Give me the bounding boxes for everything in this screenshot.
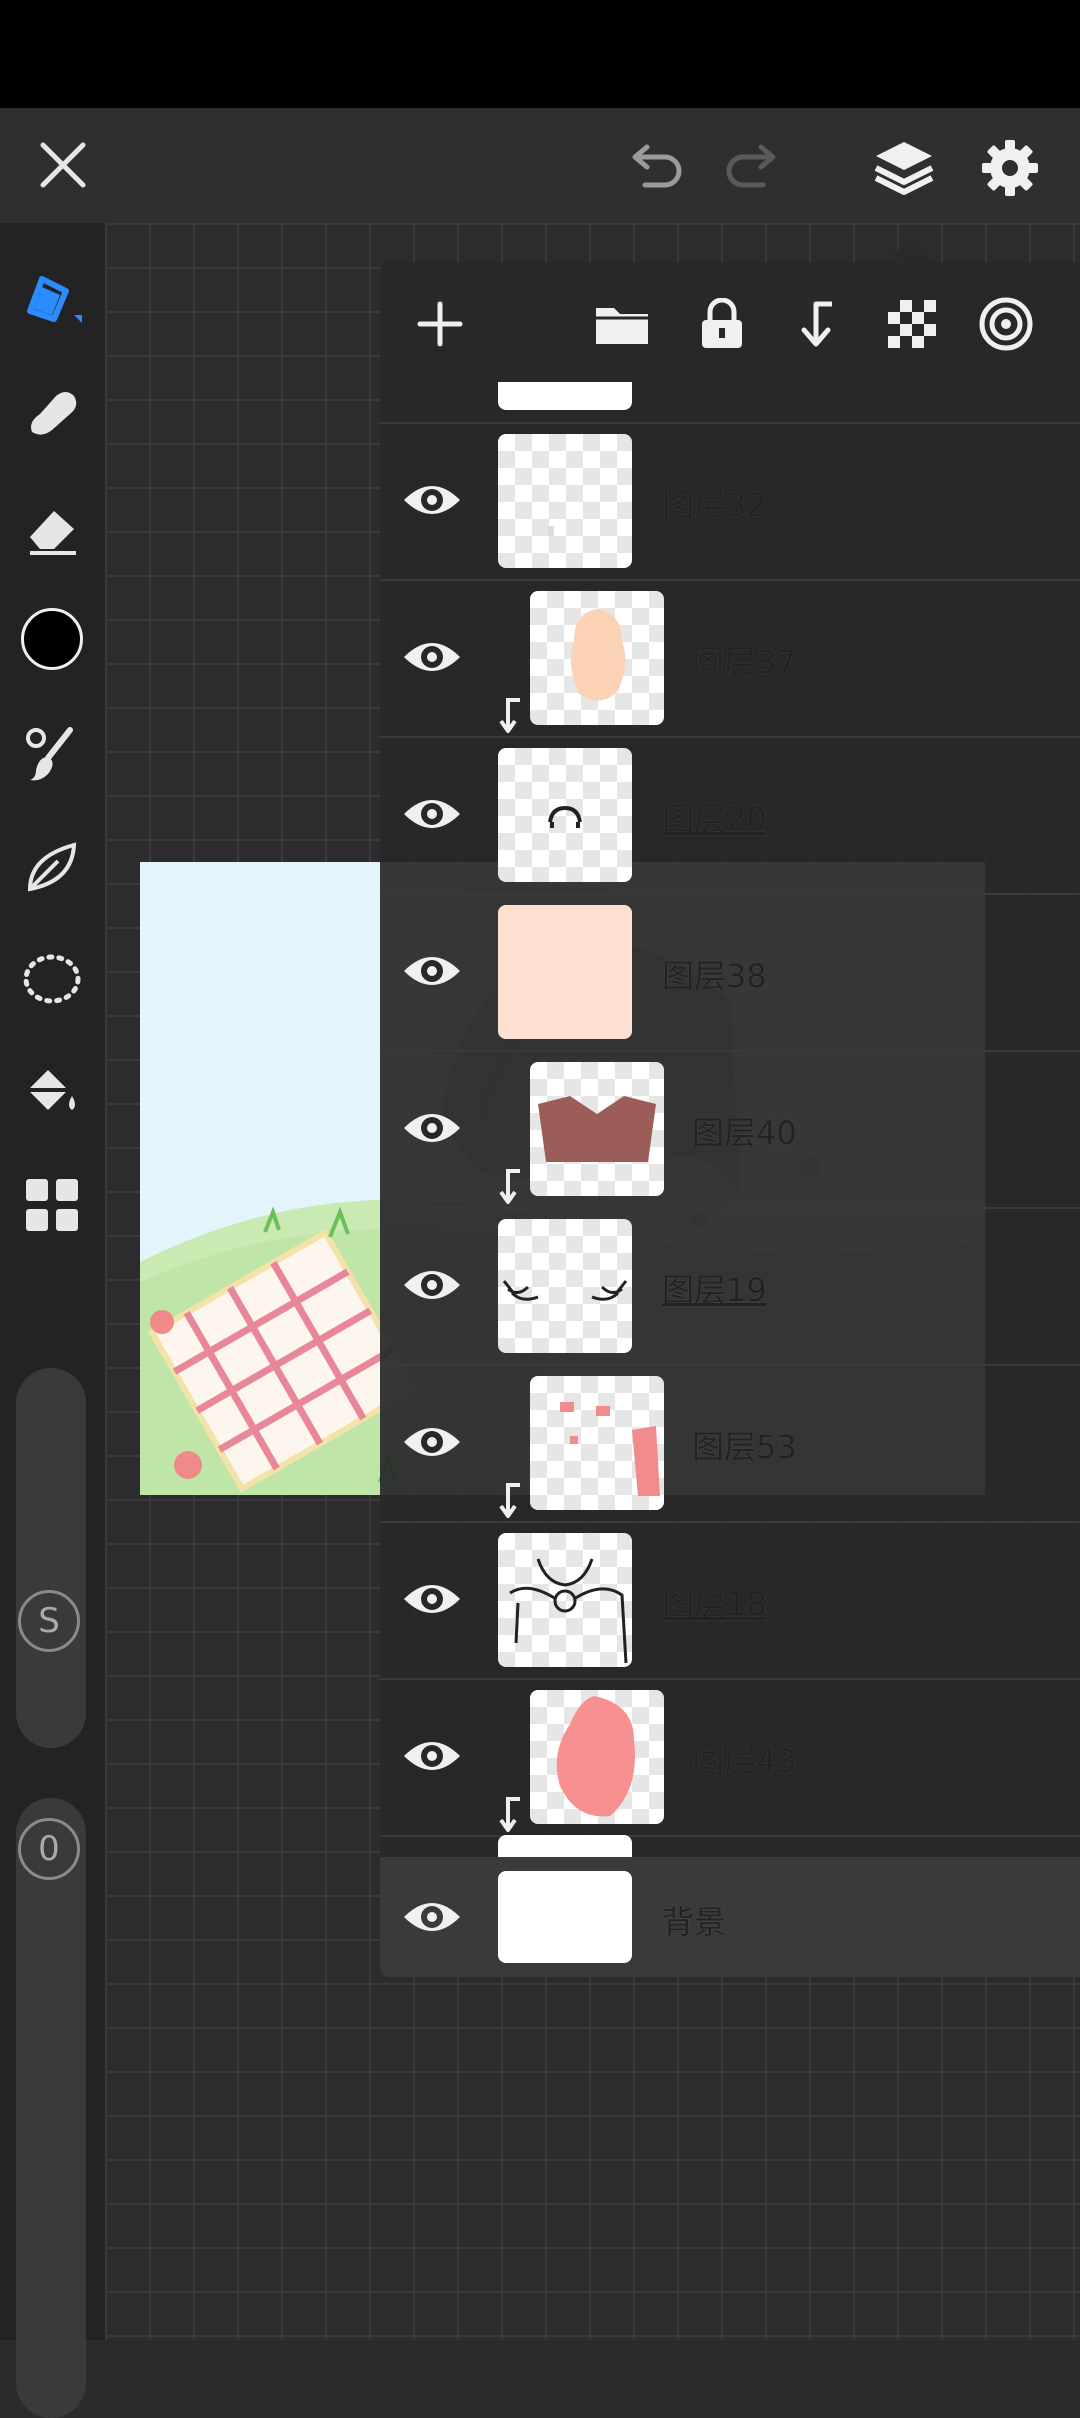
color-swatch[interactable] (18, 605, 86, 673)
layer-name: 图层38 (662, 957, 767, 995)
opacity-slider-knob[interactable]: 0 (18, 1818, 80, 1880)
visibility-eye-icon[interactable] (400, 1575, 464, 1623)
layers-icon[interactable] (866, 130, 942, 206)
layer-name: 图层43 (692, 1742, 797, 1780)
left-toolbar: S 0 (0, 223, 105, 2418)
redo-icon[interactable] (718, 133, 788, 203)
layer-thumbnail (498, 434, 632, 568)
eraser-icon[interactable] (18, 493, 86, 561)
visibility-eye-icon[interactable] (400, 1732, 464, 1780)
panel-pointer (886, 238, 934, 262)
visibility-eye-icon[interactable] (400, 1104, 464, 1152)
pen-icon[interactable] (18, 263, 86, 331)
lock-icon[interactable] (692, 294, 752, 354)
opacity-slider[interactable]: 0 (16, 1798, 86, 2418)
layer-name: 图层37 (692, 643, 797, 681)
layer-name: 图层32 (662, 486, 767, 524)
visibility-eye-icon[interactable] (400, 947, 464, 995)
layer-name: 图层18 (662, 1585, 767, 1623)
liquify-icon[interactable] (18, 833, 86, 901)
layer-row[interactable]: 图层37 (380, 581, 1080, 738)
lasso-icon[interactable] (18, 945, 86, 1013)
layer-name: 图层20 (662, 800, 767, 838)
size-slider-knob[interactable]: S (18, 1590, 80, 1652)
layer-row[interactable]: 图层43 (380, 1680, 1080, 1837)
clipping-mask-arrow-icon (499, 698, 520, 733)
clipping-mask-arrow-icon (499, 1797, 520, 1832)
smudge-icon[interactable] (18, 378, 86, 446)
layer-thumbnail (498, 1219, 632, 1353)
layer-row[interactable]: 图层38 (380, 895, 1080, 1052)
visibility-eye-icon[interactable] (400, 790, 464, 838)
layer-thumbnail (498, 748, 632, 882)
folder-icon[interactable] (592, 294, 652, 354)
layer-name: 图层40 (692, 1114, 797, 1152)
size-slider-label: S (38, 1601, 60, 1641)
opacity-slider-label: 0 (38, 1829, 60, 1869)
layer-row[interactable]: 图层19 (380, 1209, 1080, 1366)
fill-bucket-icon[interactable] (18, 1058, 86, 1126)
partial-layer-thumbnail (498, 1835, 632, 1857)
background-layer-name: 背景 (662, 1903, 727, 1941)
layer-thumbnail (498, 905, 632, 1039)
clipping-mask-arrow-icon (499, 1483, 520, 1518)
visibility-eye-icon[interactable] (400, 1418, 464, 1466)
background-layer-thumbnail (498, 1871, 632, 1963)
add-layer-icon[interactable] (410, 294, 470, 354)
layer-panel-toolbar (380, 262, 1080, 382)
undo-icon[interactable] (620, 133, 690, 203)
clipping-mask-arrow-icon (499, 1169, 520, 1204)
visibility-eye-icon[interactable] (400, 1261, 464, 1309)
brush-size-slider[interactable]: S (16, 1368, 86, 1748)
background-layer-row[interactable]: 背景 (380, 1857, 1080, 1977)
blend-mode-icon[interactable] (976, 294, 1036, 354)
layer-row[interactable]: 图层40 (380, 1052, 1080, 1209)
layer-row[interactable]: 图层32 (380, 424, 1080, 581)
gear-icon[interactable] (972, 130, 1048, 206)
status-bar (0, 0, 1080, 108)
close-icon[interactable] (28, 130, 98, 200)
layer-name: 图层53 (692, 1428, 797, 1466)
layer-row[interactable]: 图层18 (380, 1523, 1080, 1680)
layer-thumbnail (498, 1533, 632, 1667)
visibility-eye-icon[interactable] (400, 633, 464, 681)
gallery-grid-icon[interactable] (18, 1171, 86, 1239)
layer-thumbnail (530, 591, 664, 725)
brush-settings-icon[interactable] (18, 720, 86, 788)
layer-thumbnail (530, 1690, 664, 1824)
transparency-icon[interactable] (882, 294, 942, 354)
top-bar (0, 108, 1080, 223)
layer-name: 图层19 (662, 1271, 767, 1309)
partial-layer-thumbnail (498, 382, 632, 410)
layer-panel: 图层32 图层37 图层20 图层38 图层40 图层19 图层53 图层18 图层43 背景 (380, 262, 1080, 1977)
visibility-eye-icon[interactable] (400, 1893, 464, 1941)
layer-thumbnail (530, 1062, 664, 1196)
layer-row[interactable]: 图层20 (380, 738, 1080, 895)
layer-row[interactable]: 图层53 (380, 1366, 1080, 1523)
layer-thumbnail (530, 1376, 664, 1510)
visibility-eye-icon[interactable] (400, 476, 464, 524)
clip-icon[interactable] (786, 294, 846, 354)
